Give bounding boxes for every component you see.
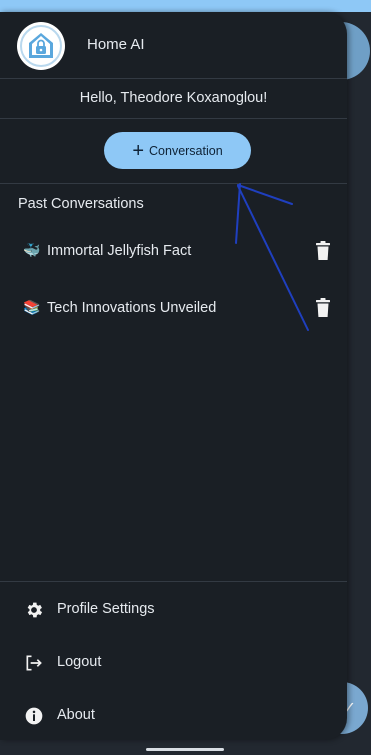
greeting-divider [0,118,347,119]
trash-icon[interactable] [316,241,330,261]
trash-icon[interactable] [316,298,330,318]
user-greeting: Hello, Theodore Koxanoglou! [79,90,268,106]
conversation-title: Tech Innovations Unveiled [47,300,217,316]
whale-emoji-icon: 🐳 [23,243,41,259]
info-icon [25,707,43,725]
app-logo [17,22,65,70]
new-conversation-button[interactable]: + Conversation [104,132,251,169]
gear-icon [27,602,43,618]
home-indicator[interactable] [146,748,224,751]
logout-label: Logout [57,654,102,670]
navigation-drawer: Home AI Hello, Theodore Koxanoglou! + Co… [0,12,347,740]
status-bar [0,0,371,12]
footer-divider [0,581,347,582]
about-label: About [57,707,95,723]
app-title: Home AI [87,36,145,53]
house-lock-icon [20,25,62,67]
logout-icon [26,655,42,671]
books-emoji-icon: 📚 [23,300,41,316]
drawer-header: Home AI [0,12,347,78]
profile-settings-item[interactable]: Profile Settings [0,586,347,632]
plus-icon: + [132,139,145,162]
button-divider [0,183,347,184]
past-conversations-title: Past Conversations [18,196,144,212]
profile-settings-label: Profile Settings [57,601,155,617]
header-divider [0,78,347,79]
screen: ✓ Home AI Hello, Theodore Koxanoglou! + … [0,0,371,755]
new-conversation-label: Conversation [149,143,223,158]
about-item[interactable]: About [0,692,347,738]
conversation-item[interactable]: 🐳 Immortal Jellyfish Fact [0,232,347,272]
conversation-item[interactable]: 📚 Tech Innovations Unveiled [0,289,347,329]
logout-item[interactable]: Logout [0,639,347,685]
conversation-title: Immortal Jellyfish Fact [47,243,192,259]
